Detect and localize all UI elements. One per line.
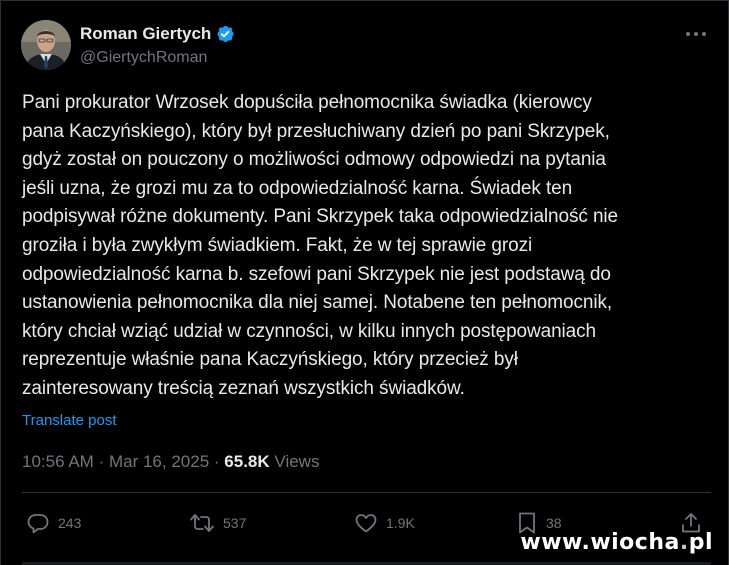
- user-portrait-icon: [21, 20, 71, 70]
- author-display-name[interactable]: Roman Giertych: [80, 24, 211, 44]
- post-text: Pani prokurator Wrzosek dopuściła pełnom…: [22, 92, 619, 399]
- post-time[interactable]: 10:56 AM: [22, 452, 94, 471]
- reply-count: 243: [58, 515, 82, 531]
- meta-separator-2: ·: [213, 452, 220, 471]
- reply-button[interactable]: 243: [26, 511, 81, 535]
- meta-separator: ·: [98, 452, 105, 471]
- author-name-row: Roman Giertych: [80, 23, 235, 45]
- post-date[interactable]: Mar 16, 2025: [109, 452, 209, 471]
- repost-button[interactable]: 537: [189, 511, 246, 535]
- like-count: 1.9K: [386, 515, 415, 531]
- watermark-suffix: pl: [688, 530, 713, 555]
- verified-badge-icon[interactable]: [215, 24, 235, 44]
- reply-icon: [27, 514, 49, 534]
- author-block: Roman Giertych @GiertychRoman: [80, 23, 235, 67]
- repost-count: 537: [223, 515, 247, 531]
- more-options-button[interactable]: [681, 22, 711, 46]
- avatar[interactable]: [21, 20, 71, 70]
- translate-post-link[interactable]: Translate post: [22, 412, 117, 429]
- more-dots-icon: [686, 32, 706, 36]
- watermark-dot: .: [679, 530, 689, 555]
- divider: [22, 492, 711, 493]
- bookmark-count: 38: [546, 515, 562, 531]
- author-handle[interactable]: @GiertychRoman: [80, 49, 235, 67]
- repost-icon: [190, 514, 214, 532]
- views-label: Views: [274, 452, 320, 471]
- post-meta: 10:56 AM · Mar 16, 2025 · 65.8K Views: [22, 452, 319, 472]
- views-count: 65.8K: [224, 452, 270, 471]
- post-header: Roman Giertych @GiertychRoman: [21, 20, 711, 72]
- site-watermark: www.wiocha.pl: [520, 530, 713, 555]
- like-button[interactable]: 1.9K: [354, 511, 415, 535]
- watermark-mid: wiocha: [590, 530, 680, 555]
- heart-icon: [355, 514, 377, 533]
- watermark-prefix: www.: [520, 530, 591, 555]
